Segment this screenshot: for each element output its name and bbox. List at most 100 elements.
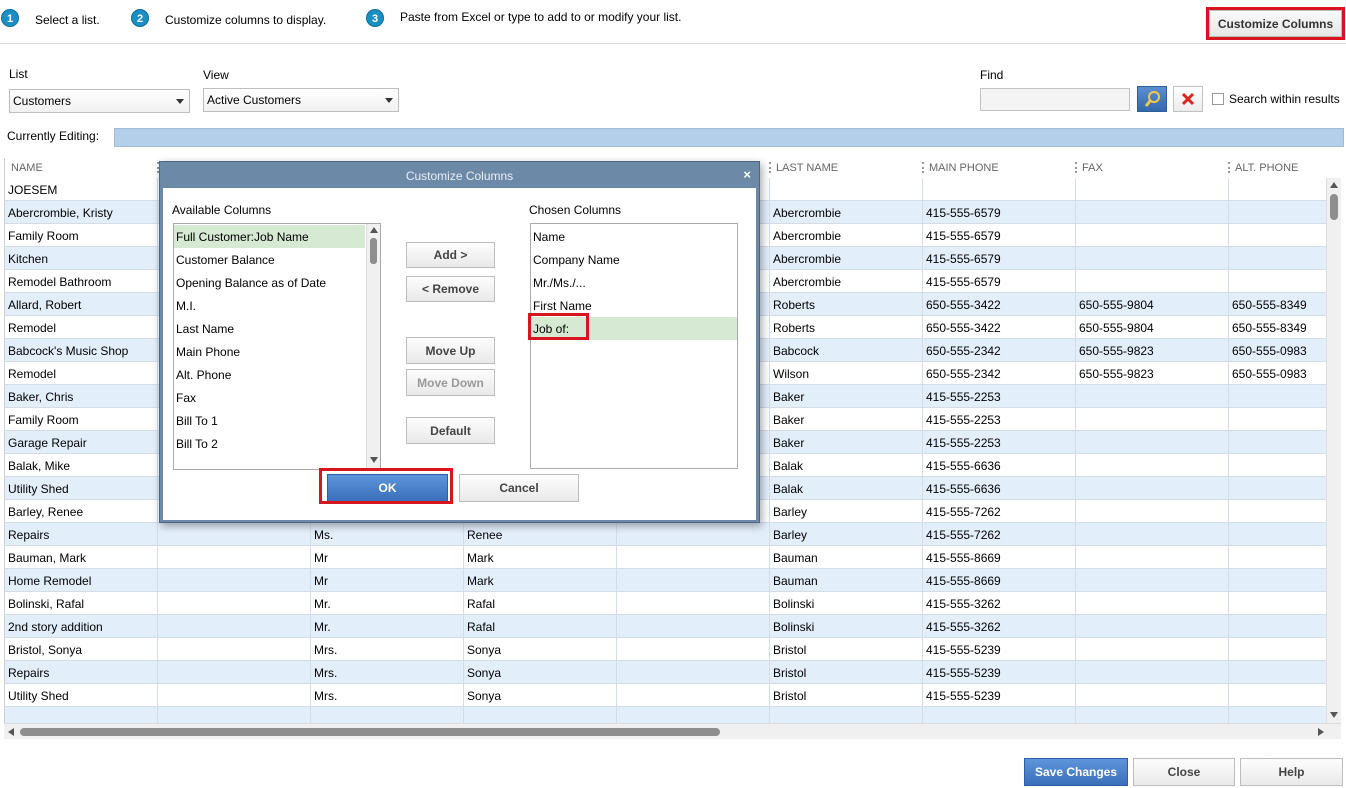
available-list-scroll-thumb[interactable] [370, 238, 377, 264]
table-cell[interactable] [158, 592, 311, 615]
table-cell[interactable]: Mrs. [311, 684, 464, 707]
table-row[interactable]: Bolinski, Rafal Mr. Rafal Bolinski 415-555-3… [5, 592, 1326, 615]
table-cell[interactable]: Bauman [770, 569, 923, 592]
add-button[interactable]: Add > [406, 242, 495, 268]
table-cell[interactable] [158, 546, 311, 569]
table-cell[interactable] [1076, 224, 1229, 247]
table-row[interactable] [5, 707, 1326, 723]
table-cell[interactable]: 415-555-2253 [923, 385, 1076, 408]
search-within-checkbox[interactable] [1212, 93, 1224, 105]
available-column-item[interactable]: Fax [174, 386, 365, 409]
table-cell[interactable]: Utility Shed [5, 684, 158, 707]
chosen-column-item[interactable]: First Name [531, 294, 737, 317]
table-cell[interactable]: Sonya [464, 684, 617, 707]
table-cell[interactable] [1229, 661, 1326, 684]
table-cell[interactable]: Bristol [770, 684, 923, 707]
table-cell[interactable]: 415-555-8669 [923, 569, 1076, 592]
table-cell[interactable] [770, 707, 923, 723]
table-cell[interactable]: 650-555-9823 [1076, 339, 1229, 362]
table-row[interactable]: Repairs Ms. Renee Barley 415-555-7262 [5, 523, 1326, 546]
vertical-scroll-thumb[interactable] [1330, 194, 1338, 220]
table-cell[interactable]: Rafal [464, 615, 617, 638]
table-cell[interactable] [1076, 408, 1229, 431]
table-cell[interactable] [1229, 201, 1326, 224]
available-column-item[interactable]: Bill To 2 [174, 432, 365, 455]
table-cell[interactable]: Mr [311, 546, 464, 569]
scroll-up-icon[interactable] [1330, 182, 1338, 188]
table-cell[interactable]: 415-555-5239 [923, 684, 1076, 707]
available-column-item[interactable]: Main Phone [174, 340, 365, 363]
table-cell[interactable] [1229, 178, 1326, 201]
table-cell[interactable]: 415-555-7262 [923, 523, 1076, 546]
table-cell[interactable] [1076, 684, 1229, 707]
table-cell[interactable] [1076, 523, 1229, 546]
table-cell[interactable]: Babcock's Music Shop [5, 339, 158, 362]
table-cell[interactable]: 415-555-6636 [923, 477, 1076, 500]
table-cell[interactable]: Mr. [311, 592, 464, 615]
table-cell[interactable] [1229, 247, 1326, 270]
table-cell[interactable]: Barley, Renee [5, 500, 158, 523]
table-cell[interactable] [158, 661, 311, 684]
table-cell[interactable]: 650-555-0983 [1229, 339, 1326, 362]
table-cell[interactable] [1076, 178, 1229, 201]
table-cell[interactable]: 650-555-8349 [1229, 293, 1326, 316]
table-cell[interactable]: 415-555-3262 [923, 615, 1076, 638]
table-cell[interactable]: Balak, Mike [5, 454, 158, 477]
table-cell[interactable]: Bolinski [770, 592, 923, 615]
table-cell[interactable] [1076, 431, 1229, 454]
table-cell[interactable]: Mark [464, 546, 617, 569]
table-cell[interactable] [617, 615, 770, 638]
table-cell[interactable]: 415-555-7262 [923, 500, 1076, 523]
table-cell[interactable] [617, 684, 770, 707]
save-changes-button[interactable]: Save Changes [1024, 758, 1128, 786]
available-column-item[interactable]: Full Customer:Job Name [174, 225, 365, 248]
table-row[interactable]: Utility Shed Mrs. Sonya Bristol 415-555-5239 [5, 684, 1326, 707]
column-header-col-alt-phone[interactable]: ALT. PHONE [1230, 158, 1326, 178]
table-cell[interactable]: Abercrombie [770, 224, 923, 247]
table-cell[interactable]: Balak [770, 454, 923, 477]
table-cell[interactable]: 650-555-3422 [923, 293, 1076, 316]
table-cell[interactable] [617, 546, 770, 569]
table-cell[interactable]: 650-555-9804 [1076, 293, 1229, 316]
available-column-item[interactable]: Alt. Phone [174, 363, 365, 386]
table-cell[interactable]: 415-555-5239 [923, 638, 1076, 661]
remove-button[interactable]: < Remove [406, 276, 495, 302]
column-resize-handle[interactable] [1228, 162, 1230, 173]
column-resize-handle[interactable] [769, 162, 771, 173]
default-button[interactable]: Default [406, 417, 495, 444]
table-cell[interactable] [1076, 500, 1229, 523]
table-cell[interactable]: 650-555-0983 [1229, 362, 1326, 385]
table-cell[interactable]: 650-555-9804 [1076, 316, 1229, 339]
table-cell[interactable]: Balak [770, 477, 923, 500]
table-cell[interactable] [1229, 454, 1326, 477]
table-cell[interactable]: 415-555-5239 [923, 661, 1076, 684]
available-column-item[interactable]: M.I. [174, 294, 365, 317]
table-cell[interactable]: Mr. [311, 615, 464, 638]
table-cell[interactable] [1076, 385, 1229, 408]
table-row[interactable]: 2nd story addition Mr. Rafal Bolinski 415-55… [5, 615, 1326, 638]
table-cell[interactable]: Abercrombie [770, 270, 923, 293]
table-cell[interactable]: Abercrombie [770, 201, 923, 224]
column-resize-handle[interactable] [922, 162, 924, 173]
vertical-scrollbar[interactable] [1326, 178, 1341, 723]
available-column-item[interactable]: Last Name [174, 317, 365, 340]
table-cell[interactable]: Roberts [770, 316, 923, 339]
table-cell[interactable] [923, 178, 1076, 201]
move-down-button[interactable]: Move Down [406, 369, 495, 396]
table-cell[interactable] [464, 707, 617, 723]
table-cell[interactable] [1076, 201, 1229, 224]
table-cell[interactable]: 415-555-2253 [923, 431, 1076, 454]
table-cell[interactable] [1229, 408, 1326, 431]
table-cell[interactable]: Rafal [464, 592, 617, 615]
view-select[interactable]: Active Customers [203, 88, 399, 112]
table-cell[interactable]: Baker [770, 431, 923, 454]
table-cell[interactable] [1076, 615, 1229, 638]
table-cell[interactable] [1229, 684, 1326, 707]
table-cell[interactable]: Abercrombie, Kristy [5, 201, 158, 224]
table-cell[interactable]: Barley [770, 523, 923, 546]
clear-find-button[interactable] [1173, 86, 1203, 112]
available-column-item[interactable]: Opening Balance as of Date [174, 271, 365, 294]
scroll-right-icon[interactable] [1318, 728, 1324, 736]
chosen-column-item[interactable]: Name [531, 225, 737, 248]
customize-columns-button[interactable]: Customize Columns [1209, 10, 1342, 37]
